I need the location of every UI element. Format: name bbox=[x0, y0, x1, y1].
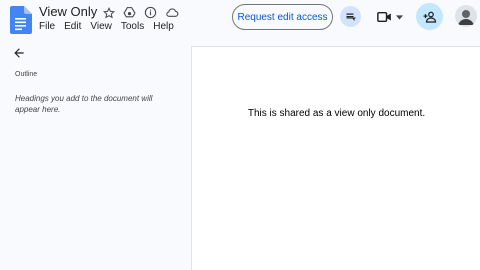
menu-tools[interactable]: Tools bbox=[121, 21, 144, 32]
meet-button[interactable] bbox=[375, 8, 405, 26]
share-button[interactable] bbox=[416, 3, 443, 30]
docs-logo-icon[interactable] bbox=[10, 6, 32, 34]
video-camera-icon bbox=[377, 11, 391, 23]
menu-file[interactable]: File bbox=[39, 21, 55, 32]
move-to-drive-icon[interactable] bbox=[122, 5, 137, 20]
info-icon[interactable] bbox=[143, 5, 158, 20]
cloud-status-icon[interactable] bbox=[164, 5, 179, 20]
add-person-icon bbox=[423, 11, 436, 23]
outline-heading: Outline bbox=[15, 71, 38, 78]
menu-view[interactable]: View bbox=[90, 21, 112, 32]
document-title[interactable]: View Only bbox=[39, 4, 97, 19]
document-page[interactable]: This is shared as a view only document. bbox=[191, 46, 480, 270]
menu-bar: File Edit View Tools Help bbox=[39, 21, 183, 32]
back-arrow-icon[interactable] bbox=[12, 46, 28, 62]
document-body-text: This is shared as a view only document. bbox=[247, 108, 426, 119]
avatar[interactable] bbox=[455, 5, 477, 27]
outline-hint-text: Headings you add to the document will ap… bbox=[15, 94, 153, 114]
outline-sidebar: Outline Headings you add to the document… bbox=[0, 42, 191, 270]
menu-edit[interactable]: Edit bbox=[64, 21, 81, 32]
star-icon[interactable] bbox=[101, 5, 116, 20]
comments-icon bbox=[346, 13, 355, 21]
top-bar: View Only File Edit View Tools Help Requ… bbox=[0, 0, 480, 42]
comments-button[interactable] bbox=[340, 6, 361, 27]
request-edit-access-button[interactable]: Request edit access bbox=[232, 4, 333, 30]
menu-help[interactable]: Help bbox=[153, 21, 174, 32]
chevron-down-icon bbox=[396, 14, 403, 20]
title-icon-group bbox=[101, 5, 179, 20]
